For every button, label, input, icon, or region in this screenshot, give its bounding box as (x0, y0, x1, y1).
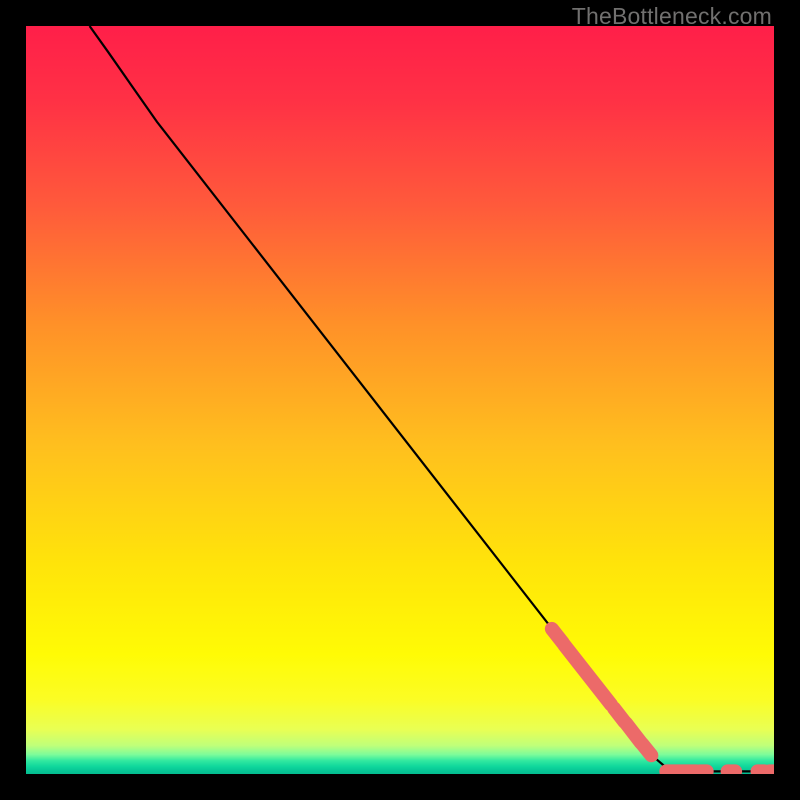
marker-segment (642, 744, 651, 755)
plot-area (26, 26, 774, 774)
chart-frame: TheBottleneck.com (0, 0, 800, 800)
watermark-text: TheBottleneck.com (572, 3, 772, 30)
gradient-background (26, 26, 774, 774)
chart-svg (26, 26, 774, 774)
